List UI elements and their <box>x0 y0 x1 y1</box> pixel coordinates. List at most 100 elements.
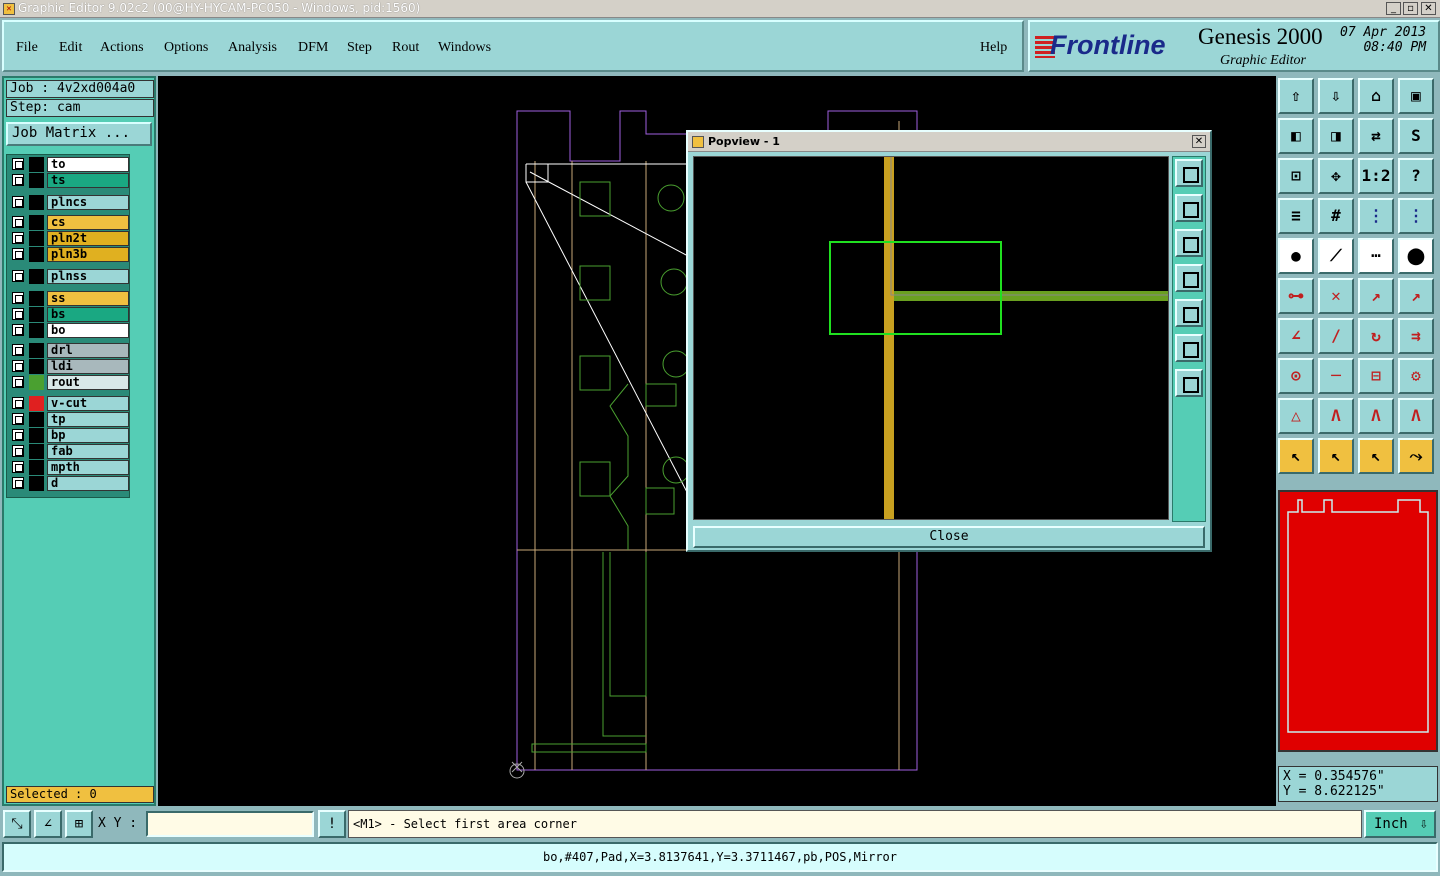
layer-color-swatch[interactable] <box>29 343 44 358</box>
ff-icon[interactable]: ⇉ <box>1398 318 1434 354</box>
layer-row-v-cut[interactable]: v-cut <box>10 396 129 411</box>
layer-color-swatch[interactable] <box>29 375 44 390</box>
layer-color-swatch[interactable] <box>29 359 44 374</box>
tri2-icon[interactable]: Λ <box>1318 398 1354 434</box>
layer-checkbox[interactable] <box>12 292 24 304</box>
layer-color-swatch[interactable] <box>29 215 44 230</box>
layer-row-ts[interactable]: ts <box>10 173 129 188</box>
menu-options[interactable]: Options <box>164 40 208 56</box>
layer-name[interactable]: bs <box>47 307 129 322</box>
pad-icon[interactable]: ● <box>1278 238 1314 274</box>
layer-checkbox[interactable] <box>12 360 24 372</box>
house-icon[interactable]: ⌂ <box>1358 78 1394 114</box>
help-icon[interactable]: ? <box>1398 158 1434 194</box>
node-icon[interactable]: ⊶ <box>1278 278 1314 314</box>
layer-checkbox[interactable] <box>12 270 24 282</box>
layer-checkbox[interactable] <box>12 308 24 320</box>
layer-row-pln2t[interactable]: pln2t <box>10 231 129 246</box>
popview-tool-5-icon[interactable] <box>1175 299 1203 327</box>
right-icon[interactable]: ◨ <box>1318 118 1354 154</box>
pointer2-icon[interactable]: ↖ <box>1318 438 1354 474</box>
layer-checkbox[interactable] <box>12 232 24 244</box>
layer-name[interactable]: tp <box>47 412 129 427</box>
swap-icon[interactable]: ⇄ <box>1358 118 1394 154</box>
layer-row-ldi[interactable]: ldi <box>10 359 129 374</box>
layer-checkbox[interactable] <box>12 216 24 228</box>
close-window-button[interactable]: ✕ <box>1421 2 1436 15</box>
layer-checkbox[interactable] <box>12 376 24 388</box>
layer-color-swatch[interactable] <box>29 476 44 491</box>
layer-row-bp[interactable]: bp <box>10 428 129 443</box>
layer-row-tp[interactable]: tp <box>10 412 129 427</box>
popview-close-icon[interactable]: ✕ <box>1192 135 1206 148</box>
layer-color-swatch[interactable] <box>29 444 44 459</box>
layer-color-swatch[interactable] <box>29 173 44 188</box>
circuit2-icon[interactable]: ⋮ <box>1398 198 1434 234</box>
grid-icon[interactable]: # <box>1318 198 1354 234</box>
center-icon[interactable]: ✥ <box>1318 158 1354 194</box>
layer-checkbox[interactable] <box>12 477 24 489</box>
popview-close-button[interactable]: Close <box>693 526 1205 548</box>
slash-icon[interactable]: / <box>1318 318 1354 354</box>
menu-analysis[interactable]: Analysis <box>228 40 277 56</box>
arrow-icon[interactable]: ↗ <box>1358 278 1394 314</box>
layer-name[interactable]: ldi <box>47 359 129 374</box>
layer-checkbox[interactable] <box>12 324 24 336</box>
layer-name[interactable]: v-cut <box>47 396 129 411</box>
layer-row-bs[interactable]: bs <box>10 307 129 322</box>
layer-color-swatch[interactable] <box>29 323 44 338</box>
s-icon[interactable]: S <box>1398 118 1434 154</box>
menu-edit[interactable]: Edit <box>59 40 82 56</box>
gear-icon[interactable]: ⚙ <box>1398 358 1434 394</box>
xy-input[interactable] <box>146 811 314 837</box>
layer-name[interactable]: fab <box>47 444 129 459</box>
layer-color-swatch[interactable] <box>29 231 44 246</box>
layer-row-mpth[interactable]: mpth <box>10 460 129 475</box>
layer-color-swatch[interactable] <box>29 396 44 411</box>
fit-icon[interactable]: ⊡ <box>1278 158 1314 194</box>
layer-checkbox[interactable] <box>12 413 24 425</box>
maximize-button[interactable]: ▫ <box>1403 2 1418 15</box>
layer-row-plnss[interactable]: plnss <box>10 269 129 284</box>
dot-icon[interactable]: ⬤ <box>1398 238 1434 274</box>
pin-icon[interactable]: ⊙ <box>1278 358 1314 394</box>
menu-step[interactable]: Step <box>347 40 372 56</box>
line-icon[interactable]: ⟋ <box>1318 238 1354 274</box>
home-icon[interactable]: ⇧ <box>1278 78 1314 114</box>
layer-name[interactable]: ss <box>47 291 129 306</box>
popview-tool-4-icon[interactable] <box>1175 264 1203 292</box>
job-matrix-button[interactable]: Job Matrix ... <box>6 122 152 146</box>
x-icon[interactable]: ✕ <box>1318 278 1354 314</box>
layer-row-to[interactable]: to <box>10 157 129 172</box>
layer-color-swatch[interactable] <box>29 307 44 322</box>
layer-color-swatch[interactable] <box>29 157 44 172</box>
layer-row-cs[interactable]: cs <box>10 215 129 230</box>
route-icon[interactable]: ⤳ <box>1398 438 1434 474</box>
layer-row-bo[interactable]: bo <box>10 323 129 338</box>
layer-name[interactable]: to <box>47 157 129 172</box>
layer-checkbox[interactable] <box>12 196 24 208</box>
ratio-icon[interactable]: 1:2 <box>1358 158 1394 194</box>
menu-rout[interactable]: Rout <box>392 40 419 56</box>
menu-actions[interactable]: Actions <box>100 40 144 56</box>
layer-name[interactable]: pln3b <box>47 247 129 262</box>
tri-icon[interactable]: △ <box>1278 398 1314 434</box>
popview-tool-3-icon[interactable] <box>1175 229 1203 257</box>
arrow2-icon[interactable]: ↗ <box>1398 278 1434 314</box>
layer-checkbox[interactable] <box>12 397 24 409</box>
circuit-icon[interactable]: ⋮ <box>1358 198 1394 234</box>
frame-icon[interactable]: ▣ <box>1398 78 1434 114</box>
layer-name[interactable]: plnss <box>47 269 129 284</box>
layer-checkbox[interactable] <box>12 248 24 260</box>
layer-row-drl[interactable]: drl <box>10 343 129 358</box>
down-icon[interactable]: ⇩ <box>1318 78 1354 114</box>
layer-color-swatch[interactable] <box>29 291 44 306</box>
rotate-icon[interactable]: ↻ <box>1358 318 1394 354</box>
ruler-icon[interactable]: ≡ <box>1278 198 1314 234</box>
layer-checkbox[interactable] <box>12 445 24 457</box>
layer-name[interactable]: rout <box>47 375 129 390</box>
angle-icon[interactable]: ∠ <box>1278 318 1314 354</box>
layer-row-d[interactable]: d <box>10 476 129 491</box>
pointer-icon[interactable]: ↖ <box>1278 438 1314 474</box>
popview-tool-7-icon[interactable] <box>1175 369 1203 397</box>
